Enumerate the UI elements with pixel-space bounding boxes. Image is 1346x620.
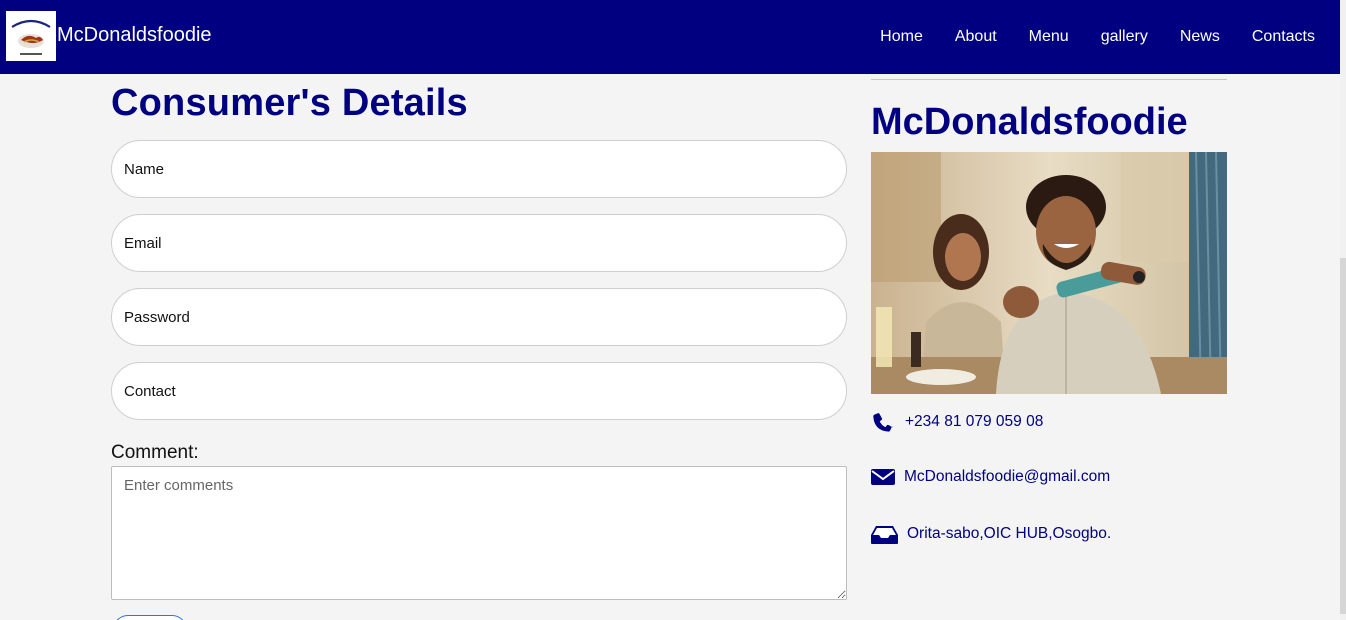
nav-link-news[interactable]: News [1180, 26, 1220, 48]
comment-label: Comment: [111, 442, 199, 463]
nav-link-home[interactable]: Home [880, 26, 923, 48]
restaurant-logo-icon [6, 11, 56, 61]
email-input[interactable] [111, 214, 847, 272]
nav-link-about[interactable]: About [955, 26, 997, 48]
nav-links: Home About Menu gallery News Contacts [848, 26, 1315, 48]
phone-row[interactable]: +234 81 079 059 08 [871, 410, 1043, 434]
contact-input[interactable] [111, 362, 847, 420]
navbar: McDonaldsfoodie Home About Menu gallery … [0, 0, 1340, 74]
scrollbar[interactable] [1340, 0, 1346, 620]
sidebar-title: McDonaldsfoodie [871, 101, 1188, 143]
comment-textarea[interactable] [111, 466, 847, 600]
scrollbar-thumb[interactable] [1340, 258, 1346, 614]
customer-paying-photo [871, 152, 1227, 394]
nav-link-menu[interactable]: Menu [1029, 26, 1069, 48]
phone-icon [871, 410, 895, 434]
password-input[interactable] [111, 288, 847, 346]
nav-link-gallery[interactable]: gallery [1101, 26, 1148, 48]
address-text: Orita-sabo,OIC HUB,Osogbo. [907, 525, 1112, 542]
name-input[interactable] [111, 140, 847, 198]
inbox-icon [871, 523, 898, 545]
address-row: Orita-sabo,OIC HUB,Osogbo. [871, 523, 1111, 545]
brand-name[interactable]: McDonaldsfoodie [57, 22, 212, 48]
nav-link-contacts[interactable]: Contacts [1252, 26, 1315, 48]
sidebar-divider [871, 79, 1227, 80]
submit-button[interactable] [113, 615, 187, 620]
email-row[interactable]: McDonaldsfoodie@gmail.com [871, 467, 1110, 487]
envelope-icon [871, 467, 895, 487]
logo[interactable] [6, 11, 56, 61]
form-title: Consumer's Details [111, 82, 468, 124]
email-address[interactable]: McDonaldsfoodie@gmail.com [904, 468, 1110, 486]
phone-number[interactable]: +234 81 079 059 08 [905, 413, 1043, 431]
